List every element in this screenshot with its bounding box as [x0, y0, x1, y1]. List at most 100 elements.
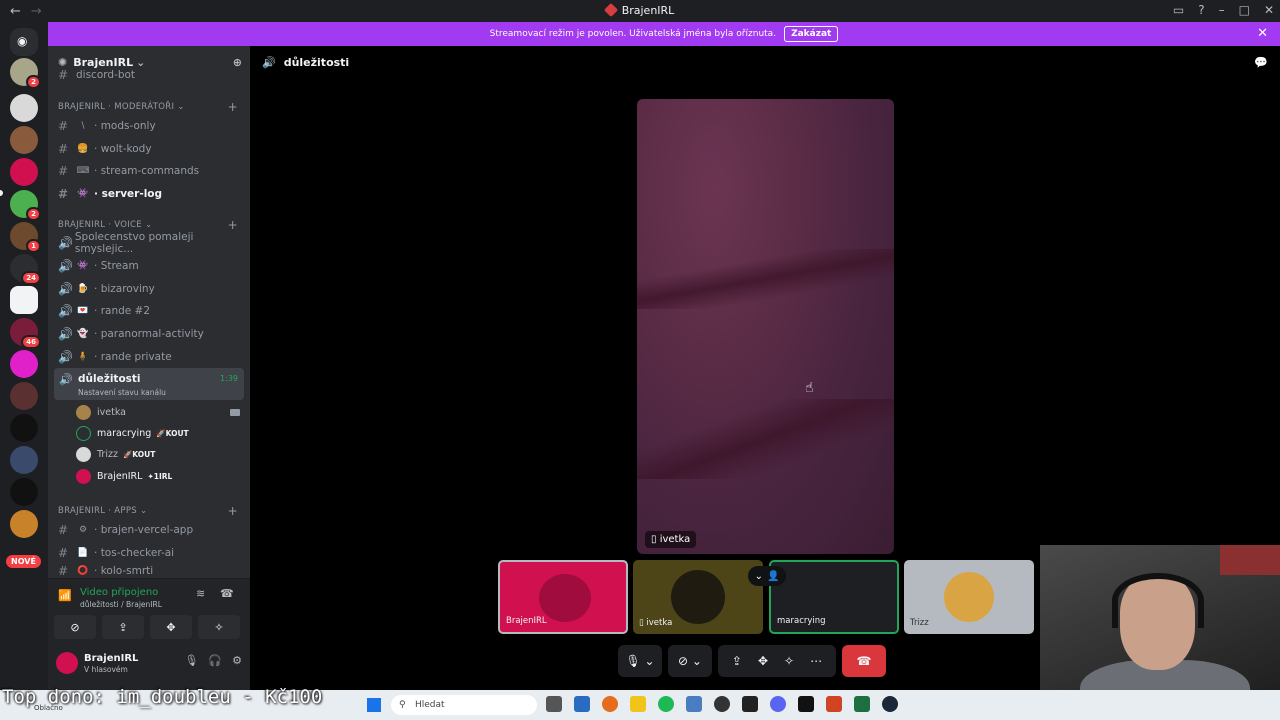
- task-view-icon[interactable]: [546, 696, 562, 712]
- add-channel-icon[interactable]: +: [228, 504, 238, 518]
- category-apps[interactable]: BRAJENIRL · APPS ⌄ +: [58, 504, 240, 518]
- help-icon[interactable]: ?: [1198, 3, 1204, 17]
- voice-channel-item[interactable]: 🔊 🍺 · bizaroviny: [58, 278, 244, 300]
- maximize-button[interactable]: □: [1239, 3, 1250, 17]
- server-icon[interactable]: 46: [10, 318, 41, 349]
- channel-item[interactable]: # discord-bot: [58, 68, 244, 82]
- server-icon[interactable]: [10, 414, 38, 442]
- taskbar-search-input[interactable]: ⚲ Hledat: [391, 695, 537, 715]
- excel-icon[interactable]: [854, 696, 870, 712]
- avatar: [76, 404, 91, 420]
- file-explorer-icon[interactable]: [630, 696, 646, 712]
- activities-icon[interactable]: ✥: [758, 654, 768, 668]
- discord-home-icon[interactable]: ◉: [10, 28, 38, 56]
- camera-toggle-button[interactable]: ⊘ ⌄: [668, 645, 712, 677]
- settings-gear-icon[interactable]: ⚙: [232, 654, 242, 667]
- screen-share-button[interactable]: ⇪: [102, 615, 144, 639]
- server-icon[interactable]: [10, 446, 38, 474]
- server-icon[interactable]: 1: [10, 222, 41, 253]
- avatar: [944, 572, 994, 622]
- server-icon[interactable]: [10, 478, 38, 506]
- add-channel-icon[interactable]: +: [228, 100, 238, 114]
- channel-item[interactable]: # 📄 · tos-checker-ai: [58, 542, 244, 564]
- disconnect-icon[interactable]: ☎: [220, 587, 234, 600]
- server-icon[interactable]: [10, 94, 38, 122]
- username: BrajenIRL: [84, 653, 139, 664]
- voice-member[interactable]: ivetka: [76, 402, 126, 422]
- soundboard-button[interactable]: ✧: [198, 615, 240, 639]
- speaker-icon: 🔊: [58, 282, 73, 296]
- headphones-icon[interactable]: 🎧: [208, 654, 222, 667]
- server-icon[interactable]: [10, 382, 38, 410]
- focused-video-stream[interactable]: ▯ ivetka: [637, 99, 894, 554]
- more-options-icon[interactable]: ⋯: [810, 654, 822, 668]
- hang-up-button[interactable]: ☎: [842, 645, 886, 677]
- participant-tile[interactable]: Trizz: [904, 560, 1034, 634]
- invite-icon[interactable]: ⊕: [233, 56, 242, 69]
- app-icon[interactable]: [574, 696, 590, 712]
- voice-channel-item[interactable]: 🔊 👻 · paranormal-activity: [58, 323, 244, 345]
- voice-channel-item[interactable]: 🔊 👾 · Stream: [58, 255, 244, 277]
- server-icon[interactable]: [10, 126, 38, 154]
- server-icon[interactable]: [10, 510, 38, 538]
- minimize-button[interactable]: –: [1219, 3, 1225, 17]
- category-mods[interactable]: BRAJENIRL · MODERÁTOŘI ⌄ +: [58, 100, 240, 114]
- channel-item-unread[interactable]: # 👾 · server-log: [58, 183, 244, 205]
- soundboard-icon[interactable]: ✧: [784, 654, 794, 668]
- disable-streamer-mode-button[interactable]: Zakázat: [784, 26, 839, 42]
- voice-member[interactable]: maracrying 🚀KOUT: [76, 423, 189, 443]
- participant-tile[interactable]: BrajenIRL: [498, 560, 628, 634]
- channel-status-setting[interactable]: Nastavení stavu kanálu: [78, 388, 166, 397]
- steam-icon[interactable]: [882, 696, 898, 712]
- channel-item[interactable]: # \ · mods-only: [58, 115, 244, 137]
- obs-icon[interactable]: [714, 696, 730, 712]
- participant-tile-speaking[interactable]: maracrying: [769, 560, 899, 634]
- channel-item[interactable]: # ⌨ · stream-commands: [58, 160, 244, 182]
- category-label: BRAJENIRL · VOICE: [58, 220, 142, 230]
- channel-item[interactable]: # 🍔 · wolt-kody: [58, 138, 244, 160]
- server-icon[interactable]: [10, 158, 38, 186]
- add-channel-icon[interactable]: +: [228, 218, 238, 232]
- noise-suppression-icon[interactable]: ≋: [196, 587, 205, 600]
- microphone-icon[interactable]: 🎙: [184, 654, 198, 667]
- spotify-icon[interactable]: [658, 696, 674, 712]
- discord-icon[interactable]: [770, 696, 786, 712]
- server-icon[interactable]: 2: [10, 58, 41, 89]
- voice-channel-item[interactable]: 🔊 Spolecenstvo pomaleji smyslejic...: [58, 231, 244, 255]
- microphone-toggle-button[interactable]: 🎙 ⌄: [618, 645, 662, 677]
- voice-member[interactable]: Trizz 🚀KOUT: [76, 444, 155, 464]
- voice-channel-item[interactable]: 🔊 💌 · rande #2: [58, 300, 244, 322]
- powerpoint-icon[interactable]: [826, 696, 842, 712]
- inbox-icon[interactable]: ▭: [1173, 3, 1184, 17]
- chat-bubble-icon[interactable]: 💬: [1254, 56, 1268, 69]
- app-icon[interactable]: [798, 696, 814, 712]
- video-content: [637, 249, 894, 309]
- windows-start-icon[interactable]: [367, 698, 381, 712]
- activities-button[interactable]: ✥: [150, 615, 192, 639]
- guild-icon: ✺: [58, 55, 68, 69]
- close-banner-icon[interactable]: ✕: [1257, 26, 1268, 41]
- active-voice-channel[interactable]: 🔊 důležitosti Nastavení stavu kanálu 1:3…: [54, 368, 244, 400]
- tile-options-button[interactable]: ⌄ 👤: [748, 566, 786, 586]
- camera-off-button[interactable]: ⊘: [54, 615, 96, 639]
- voice-channel-item[interactable]: 🔊 🧍 · rande private: [58, 346, 244, 368]
- channel-item[interactable]: # ⭕ · kolo-smrti: [58, 564, 244, 578]
- avatar[interactable]: [56, 652, 78, 674]
- server-icon[interactable]: [10, 286, 38, 314]
- calculator-icon[interactable]: [686, 696, 702, 712]
- signal-icon[interactable]: 📶: [58, 589, 72, 602]
- server-icon[interactable]: 2: [10, 190, 41, 221]
- voice-member[interactable]: BrajenIRL ✦1IRL: [76, 466, 172, 486]
- close-window-button[interactable]: ✕: [1264, 3, 1274, 17]
- participant-tile[interactable]: ▯ ivetka: [633, 560, 763, 634]
- server-icon[interactable]: 24: [10, 254, 41, 285]
- voice-channel-path[interactable]: důležitosti / BrajenIRL: [80, 600, 162, 609]
- channel-name: rande #2: [100, 305, 151, 317]
- screen-share-icon[interactable]: ⇪: [732, 654, 742, 668]
- channel-item[interactable]: # ⚙ · brajen-vercel-app: [58, 519, 244, 541]
- new-badge[interactable]: NOVÉ: [6, 555, 41, 568]
- jetbrains-icon[interactable]: [742, 696, 758, 712]
- server-icon[interactable]: [10, 350, 38, 378]
- category-voice[interactable]: BRAJENIRL · VOICE ⌄ +: [58, 218, 240, 232]
- firefox-icon[interactable]: [602, 696, 618, 712]
